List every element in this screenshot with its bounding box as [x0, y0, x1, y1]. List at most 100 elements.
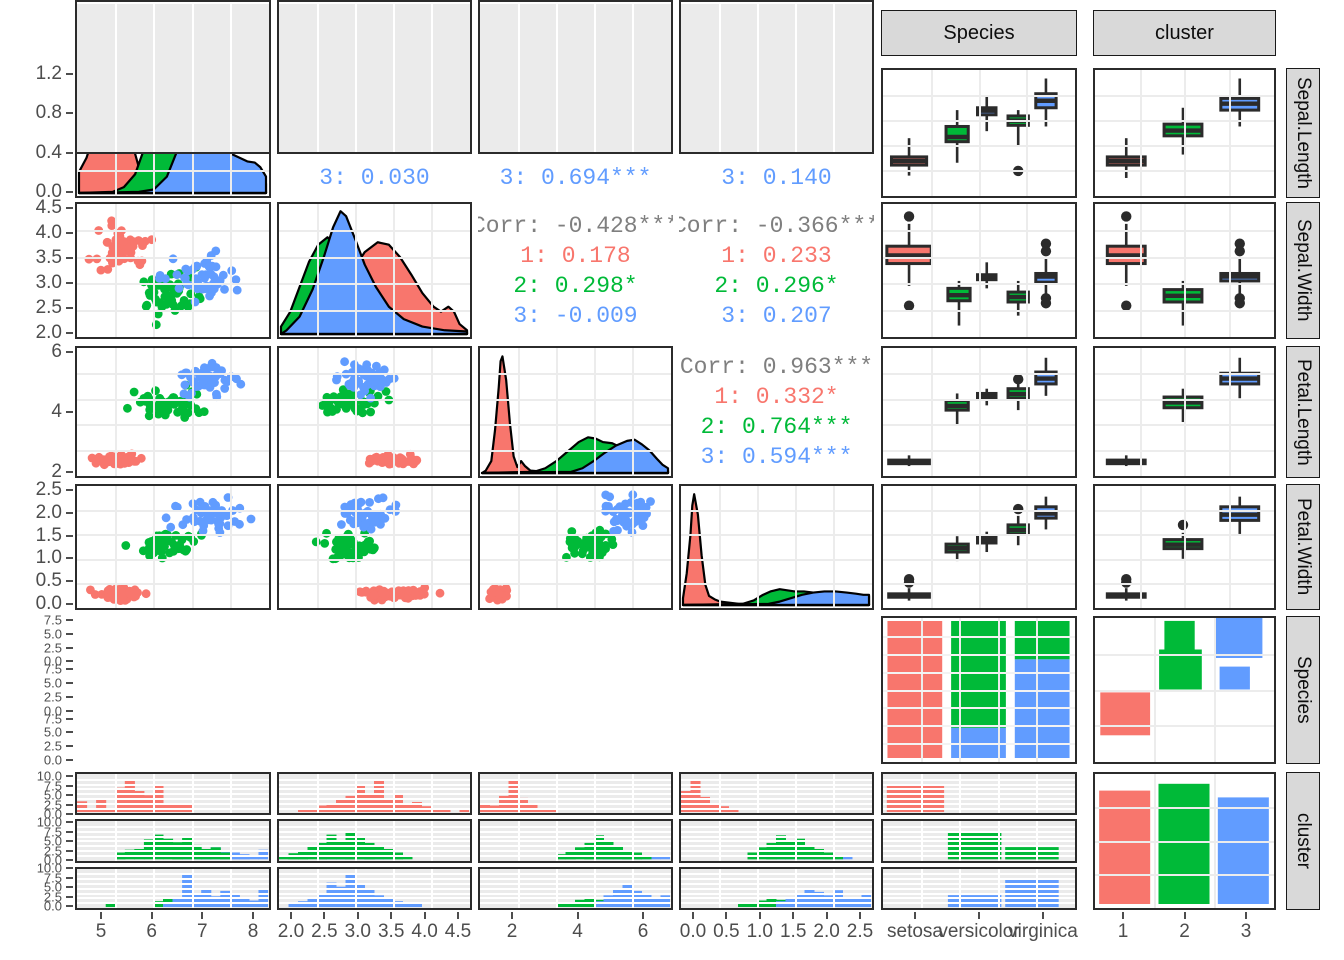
y-tick-mark [66, 876, 73, 879]
y-tick-mark [66, 73, 73, 75]
x-tick-mark [290, 912, 292, 919]
histogram-facet-r6c4-f3 [679, 866, 874, 910]
histogram-facet-r7c2-f3 [277, 0, 472, 154]
scatter-panel-r4c2 [277, 484, 472, 610]
x-tick-label: setosa [887, 921, 943, 942]
y-tick-mark [66, 668, 73, 671]
density-panel-petal-width [679, 484, 874, 610]
corr-group-2: 2: 0.296* [714, 272, 839, 299]
corr-overall: Corr: -0.366*** [679, 212, 874, 239]
histogram-facet-r7c4-f3 [679, 0, 874, 154]
corr-group-1: 1: 0.332* [714, 384, 839, 410]
y-tick-label: 0.0 [43, 752, 62, 768]
y-tick-mark [66, 207, 73, 209]
x-tick-label: 6 [637, 921, 649, 942]
cluster-species-facet-3 [881, 866, 1077, 910]
y-tick-mark [66, 151, 73, 154]
y-tick-mark [66, 307, 73, 309]
y-tick-label: 1.5 [35, 524, 62, 546]
x-tick-label: 4.5 [444, 921, 472, 942]
row-strip-sepal-width: Sepal.Width [1286, 202, 1320, 339]
y-tick-mark [66, 603, 73, 605]
corr-group-3: 3: 0.030 [319, 165, 430, 191]
y-tick-mark [66, 759, 73, 761]
row-strip-petal-width: Petal.Width [1286, 484, 1320, 610]
histogram-facet-r6c1-f1 [75, 772, 271, 816]
x-tick-mark [978, 912, 980, 919]
boxplot-panel-r3c6 [1093, 346, 1276, 478]
x-tick-mark [642, 912, 644, 919]
corr-group-3: 3: 0.140 [721, 165, 832, 191]
histogram-facet-r6c2-f1 [277, 772, 472, 816]
x-tick-mark [1183, 912, 1186, 919]
y-tick-label: 2.5 [35, 297, 62, 318]
x-tick-label: 6 [146, 921, 157, 942]
x-tick-mark [201, 912, 204, 919]
y-tick-mark [66, 619, 73, 621]
y-tick-mark [66, 709, 73, 712]
x-tick-label: 2 [506, 921, 518, 942]
x-tick-mark [576, 912, 579, 919]
corr-overall: Corr: 0.963*** [679, 354, 874, 380]
row-strip-species: Species [1286, 616, 1320, 764]
x-tick-label: 2.0 [277, 921, 305, 942]
x-tick-label: 0.5 [713, 921, 740, 942]
corr-group-3: 3: -0.009 [513, 302, 638, 329]
corr-group-3: 3: 0.207 [721, 302, 832, 329]
corr-overall: Corr: -0.428*** [478, 212, 673, 239]
y-tick-label: 5.0 [43, 626, 62, 642]
y-tick-mark [66, 731, 73, 734]
y-tick-mark [66, 867, 73, 869]
corr-group-2: 2: 0.764*** [700, 414, 853, 440]
y-tick-mark [66, 351, 73, 353]
y-tick-label: 2.5 [35, 479, 62, 500]
y-tick-mark [66, 632, 73, 635]
y-tick-label: 0.0 [43, 898, 62, 914]
y-tick-label: 1.2 [35, 63, 62, 84]
y-tick-mark [66, 886, 73, 888]
y-tick-mark [66, 803, 73, 806]
x-tick-label: 2.5 [311, 921, 338, 942]
x-tick-mark [150, 912, 153, 919]
x-tick-mark [457, 912, 459, 919]
y-tick-label: 7.5 [43, 711, 62, 727]
x-tick-mark [423, 912, 426, 919]
column-strip-cluster: cluster [1093, 10, 1276, 56]
histogram-facet-r6c4-f1 [679, 772, 874, 816]
y-tick-label: 0.8 [35, 102, 62, 124]
corr-group-1: 1: 0.178 [520, 242, 631, 269]
x-tick-mark [1122, 912, 1124, 919]
y-tick-mark [66, 794, 73, 796]
x-tick-label: 0.0 [679, 921, 707, 942]
y-tick-mark [66, 411, 73, 413]
y-tick-label: 3.0 [35, 272, 62, 293]
boxplot-panel-r1c5 [881, 68, 1077, 198]
y-tick-mark [66, 660, 73, 663]
x-tick-label: 2.5 [846, 921, 874, 942]
x-tick-label: 5 [95, 921, 107, 942]
y-tick-mark [66, 745, 73, 748]
y-tick-mark [66, 580, 73, 583]
y-tick-label: 4 [51, 401, 62, 422]
scatter-panel-r3c2 [277, 346, 472, 478]
row-strip-sepal-length: Sepal.Length [1286, 68, 1320, 198]
y-tick-mark [66, 840, 73, 842]
x-tick-label: 3 [1240, 921, 1252, 942]
y-tick-mark [66, 646, 73, 649]
histogram-facet-r6c4-f2 [679, 819, 874, 863]
x-tick-label: 1 [1117, 921, 1129, 942]
y-tick-mark [66, 489, 73, 491]
scatter-panel-r4c3 [478, 484, 673, 610]
x-tick-mark [323, 912, 326, 919]
boxplot-panel-r2c6 [1093, 202, 1276, 339]
y-tick-mark [66, 813, 73, 815]
y-tick-mark [66, 859, 73, 861]
y-tick-mark [66, 557, 73, 560]
x-tick-label: virginica [1008, 921, 1078, 942]
boxplot-panel-r3c5 [881, 346, 1077, 478]
x-tick-label: 2 [1179, 921, 1190, 942]
y-tick-mark [66, 471, 73, 473]
y-tick-mark [66, 695, 73, 698]
density-panel-sepal-width [277, 202, 472, 339]
cluster-bar-panel [1093, 772, 1276, 910]
